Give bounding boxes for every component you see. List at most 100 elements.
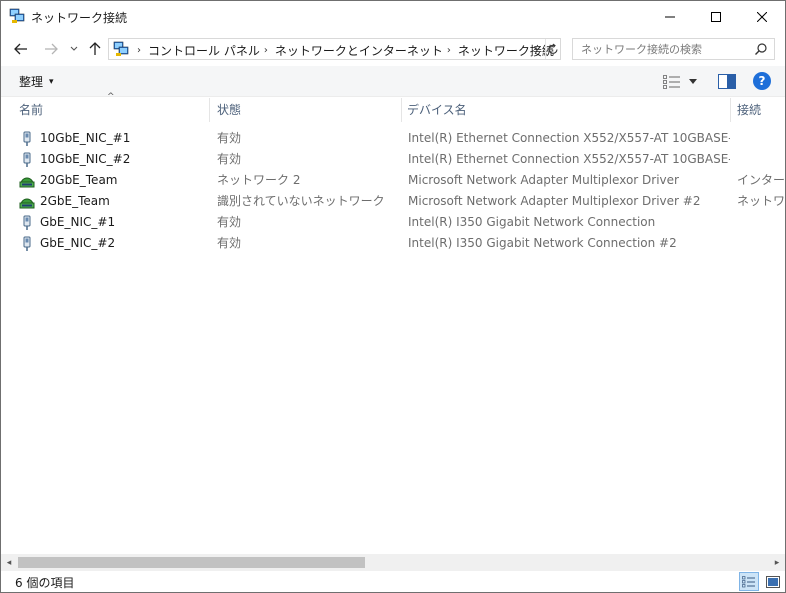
change-view-button[interactable] [663, 74, 699, 90]
forward-arrow-icon [45, 43, 58, 55]
up-button[interactable] [87, 37, 103, 61]
maximize-icon [711, 11, 721, 22]
ethernet-cable-icon [23, 236, 31, 251]
column-header-name[interactable]: 名前 [17, 98, 210, 122]
ethernet-cable-icon [23, 131, 31, 146]
adapter-connectivity [737, 233, 785, 254]
adapter-status: 識別されていないネットワーク [217, 194, 385, 208]
adapter-name-cell: 2GbE_Team [19, 191, 209, 212]
window-title: ネットワーク接続 [31, 11, 128, 25]
adapter-name-cell: GbE_NIC_#2 [19, 233, 209, 254]
chevron-down-icon [70, 46, 78, 51]
adapter-connectivity: ネットワーク [737, 194, 785, 208]
search-icon[interactable] [754, 42, 768, 56]
refresh-icon [548, 43, 558, 54]
chevron-right-icon[interactable]: › [447, 45, 451, 56]
adapter-name: 20GbE_Team [40, 173, 118, 187]
command-bar: 整理 ▾ ? [1, 66, 785, 97]
adapter-name: GbE_NIC_#2 [40, 236, 116, 250]
network-adapter-connected-icon [19, 198, 35, 208]
title-bar: ネットワーク接続 [1, 1, 785, 32]
adapter-list: 10GbE_NIC_#1 有効 Intel(R) Ethernet Connec… [1, 128, 785, 254]
status-bar: 6 個の項目 [1, 571, 785, 592]
breadcrumb: › コントロール パネル › ネットワークとインターネット › ネットワーク接続 [133, 42, 554, 59]
details-view-button[interactable] [739, 572, 759, 591]
horizontal-scrollbar[interactable]: ◂ ▸ [1, 554, 785, 571]
adapter-device: Intel(R) I350 Gigabit Network Connection… [408, 236, 677, 250]
back-button[interactable] [11, 37, 31, 61]
ethernet-cable-icon [23, 215, 31, 230]
chevron-down-icon: ▾ [49, 76, 54, 87]
list-item[interactable]: 2GbE_Team 識別されていないネットワーク Microsoft Netwo… [1, 191, 785, 212]
adapter-connectivity [737, 128, 785, 149]
column-header-connectivity[interactable]: 接続 [735, 98, 785, 122]
search-box[interactable] [572, 38, 775, 60]
preview-pane-icon[interactable] [718, 74, 736, 89]
adapter-name: 10GbE_NIC_#1 [40, 131, 131, 145]
list-item[interactable]: GbE_NIC_#2 有効 Intel(R) I350 Gigabit Netw… [1, 233, 785, 254]
help-button[interactable]: ? [753, 72, 771, 90]
close-icon [757, 11, 767, 22]
adapter-device: Microsoft Network Adapter Multiplexor Dr… [408, 173, 679, 187]
column-header-row: ^ 名前 状態 デバイス名 接続 [1, 92, 785, 122]
adapter-name: 10GbE_NIC_#2 [40, 152, 131, 166]
list-item[interactable]: GbE_NIC_#1 有効 Intel(R) I350 Gigabit Netw… [1, 212, 785, 233]
list-item[interactable]: 10GbE_NIC_#1 有効 Intel(R) Ethernet Connec… [1, 128, 785, 149]
column-header-device[interactable]: デバイス名 [405, 98, 731, 122]
organize-button[interactable]: 整理 ▾ [19, 73, 54, 90]
scrollbar-thumb[interactable] [18, 557, 365, 568]
details-view-icon [742, 575, 755, 587]
minimize-button[interactable] [647, 1, 693, 32]
network-connections-icon [113, 41, 129, 56]
adapter-name: GbE_NIC_#1 [40, 215, 116, 229]
adapter-connectivity [737, 212, 785, 233]
up-arrow-icon [89, 42, 101, 55]
list-item[interactable]: 20GbE_Team ネットワーク 2 Microsoft Network Ad… [1, 170, 785, 191]
maximize-button[interactable] [693, 1, 739, 32]
chevron-right-icon[interactable]: › [137, 45, 141, 56]
list-item[interactable]: 10GbE_NIC_#2 有効 Intel(R) Ethernet Connec… [1, 149, 785, 170]
adapter-status: 有効 [217, 236, 242, 250]
column-header-status[interactable]: 状態 [215, 98, 402, 122]
ethernet-cable-icon [23, 152, 31, 167]
adapter-device: Intel(R) Ethernet Connection X552/X557-A… [408, 131, 730, 145]
recent-locations-button[interactable] [67, 37, 81, 61]
adapter-connectivity [737, 149, 785, 170]
address-dropdown-button[interactable] [529, 39, 545, 59]
back-arrow-icon [14, 43, 27, 55]
network-adapter-connected-icon [19, 177, 35, 187]
adapter-status: 有効 [217, 152, 242, 166]
chevron-right-icon[interactable]: › [264, 45, 268, 56]
adapter-name-cell: 10GbE_NIC_#1 [19, 128, 209, 149]
adapter-status: 有効 [217, 131, 242, 145]
adapter-name: 2GbE_Team [40, 194, 110, 208]
adapter-name-cell: 20GbE_Team [19, 170, 209, 191]
large-icons-view-icon [766, 575, 780, 588]
adapter-status: 有効 [217, 215, 242, 229]
adapter-status: ネットワーク 2 [217, 173, 301, 187]
adapter-device: Intel(R) Ethernet Connection X552/X557-A… [408, 152, 730, 166]
adapter-device: Intel(R) I350 Gigabit Network Connection [408, 215, 656, 229]
address-bar[interactable]: › コントロール パネル › ネットワークとインターネット › ネットワーク接続 [108, 38, 561, 60]
network-connections-icon [9, 8, 25, 23]
explorer-window: ネットワーク接続 › コントロール パネル › ネットワークとインターネット ›… [0, 0, 786, 593]
organize-label: 整理 [19, 75, 44, 89]
minimize-icon [665, 16, 675, 17]
scroll-right-icon[interactable]: ▸ [772, 557, 782, 568]
adapter-name-cell: 10GbE_NIC_#2 [19, 149, 209, 170]
chevron-down-icon [689, 79, 697, 84]
large-icons-view-button[interactable] [763, 572, 783, 591]
adapter-name-cell: GbE_NIC_#1 [19, 212, 209, 233]
item-count: 6 個の項目 [15, 576, 75, 590]
adapter-connectivity: インターネット [737, 173, 785, 187]
forward-button[interactable] [41, 37, 61, 61]
breadcrumb-control-panel[interactable]: コントロール パネル [148, 42, 260, 59]
address-row: › コントロール パネル › ネットワークとインターネット › ネットワーク接続 [1, 34, 785, 64]
refresh-button[interactable] [545, 39, 561, 59]
close-button[interactable] [739, 1, 785, 32]
adapter-device: Microsoft Network Adapter Multiplexor Dr… [408, 194, 701, 208]
details-view-icon [663, 75, 680, 89]
search-input[interactable] [581, 41, 751, 57]
breadcrumb-network-internet[interactable]: ネットワークとインターネット [275, 42, 443, 59]
scroll-left-icon[interactable]: ◂ [4, 557, 14, 568]
